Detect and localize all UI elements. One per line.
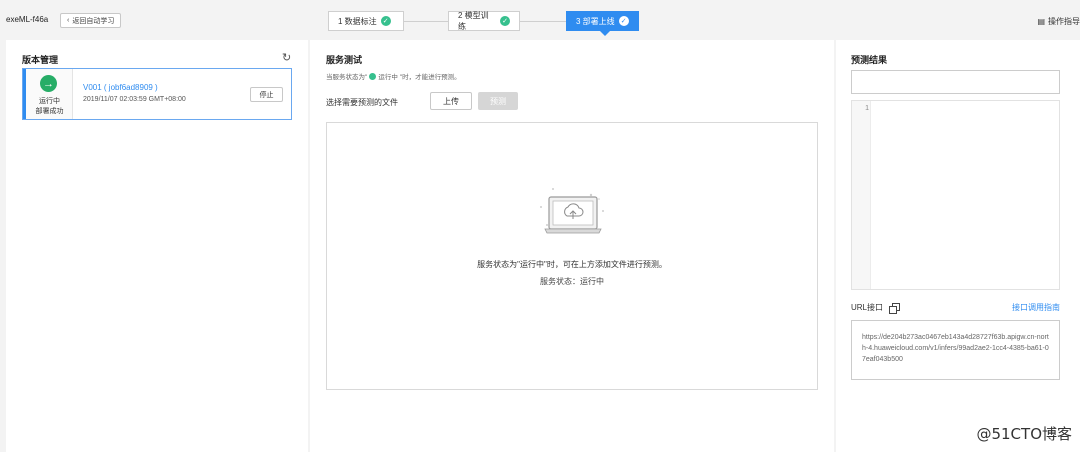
- document-icon: ▤: [1037, 17, 1045, 26]
- running-status-icon: [369, 72, 377, 80]
- version-time: 2019/11/07 02:03:59 GMT+08:00: [83, 96, 186, 103]
- result-title: 预测结果: [851, 55, 888, 65]
- version-panel-title: 版本管理: [22, 55, 59, 65]
- step-label: 2 模型训练: [458, 11, 489, 31]
- predict-button[interactable]: 预测: [478, 92, 518, 110]
- service-status: 服务状态：运行中: [540, 277, 604, 286]
- hint-suffix: "时，才能进行预测。: [399, 74, 461, 81]
- api-guide-link[interactable]: 接口调用指南: [1012, 302, 1060, 313]
- refresh-icon[interactable]: ↻: [282, 51, 291, 64]
- step-deploy[interactable]: 3 部署上线 ✓: [566, 11, 639, 31]
- step-connector: [520, 21, 566, 22]
- line-number: 1: [865, 105, 869, 112]
- editor-gutter: 1: [852, 101, 871, 289]
- file-drop-area[interactable]: 服务状态为"运行中"时，可在上方添加文件进行预测。 服务状态：运行中: [326, 122, 818, 390]
- stop-button[interactable]: 停止: [250, 87, 283, 102]
- version-link[interactable]: V001 ( jobf6ad8909 ): [83, 83, 158, 92]
- version-panel: 版本管理 ↻ → 运行中 部署成功 V001 ( jobf6ad8909 ) 2…: [6, 40, 308, 452]
- drop-message: 服务状态为"运行中"时，可在上方添加文件进行预测。: [477, 260, 667, 269]
- url-value: https://de204b273ac0467eb143a4d28727f63b…: [851, 320, 1060, 380]
- back-button-label: 返回自动学习: [72, 17, 115, 25]
- chevron-left-icon: ‹: [67, 17, 70, 24]
- check-icon: ✓: [380, 16, 391, 26]
- guide-label: 操作指导: [1048, 17, 1080, 26]
- active-step-caret: [600, 31, 610, 36]
- result-field[interactable]: [851, 70, 1060, 94]
- laptop-upload-icon: [540, 188, 604, 234]
- check-icon: ✓: [500, 16, 510, 26]
- step-data-label[interactable]: 1 数据标注 ✓: [328, 11, 404, 31]
- hint-status: 运行中: [378, 74, 398, 81]
- version-status-block: → 运行中 部署成功: [23, 69, 73, 119]
- check-icon: ✓: [618, 16, 629, 26]
- file-select-label: 选择需要预测的文件: [326, 98, 398, 107]
- app-title: exeML-f46a: [6, 15, 49, 24]
- step-label: 1 数据标注: [338, 16, 377, 26]
- copy-icon[interactable]: [889, 302, 901, 314]
- status-deployed: 部署成功: [35, 108, 64, 115]
- prediction-result-panel: 预测结果 1 URL接口 接口调用指南 https://de204b273ac0…: [836, 40, 1080, 452]
- upload-button[interactable]: 上传: [430, 92, 472, 110]
- status-running: 运行中: [39, 98, 60, 105]
- url-label: URL接口: [851, 303, 884, 312]
- version-card[interactable]: → 运行中 部署成功 V001 ( jobf6ad8909 ) 2019/11/…: [22, 68, 292, 120]
- url-label-row: URL接口: [851, 302, 901, 314]
- result-editor[interactable]: 1: [851, 100, 1060, 290]
- hint-prefix: 当服务状态为": [326, 74, 368, 81]
- watermark: @51CTO博客: [976, 425, 1072, 443]
- service-hint: 当服务状态为" 运行中 "时，才能进行预测。: [326, 71, 461, 81]
- service-test-title: 服务测试: [326, 55, 363, 65]
- step-model-training[interactable]: 2 模型训练 ✓: [448, 11, 520, 31]
- top-bar: exeML-f46a ‹ 返回自动学习 1 数据标注 ✓ 2 模型训练 ✓ 3 …: [0, 0, 1080, 40]
- arrow-right-icon: →: [40, 75, 57, 92]
- guide-link[interactable]: ▤ 操作指导: [1037, 16, 1080, 27]
- step-connector: [404, 21, 448, 22]
- service-test-panel: 服务测试 当服务状态为" 运行中 "时，才能进行预测。 选择需要预测的文件 上传…: [310, 40, 834, 452]
- back-button[interactable]: ‹ 返回自动学习: [60, 13, 122, 28]
- step-label: 3 部署上线: [576, 16, 615, 26]
